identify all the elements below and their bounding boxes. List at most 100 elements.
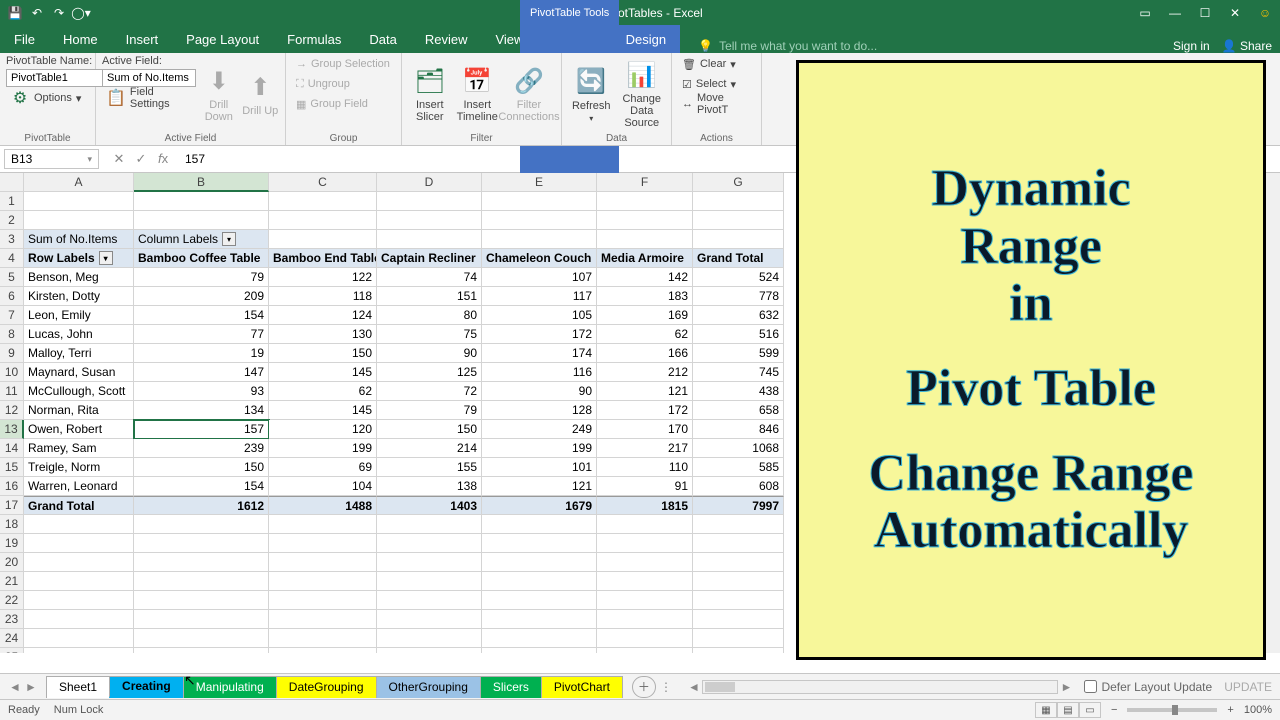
cell[interactable]: Chameleon Couch (482, 249, 597, 268)
row-header[interactable]: 7 (0, 306, 24, 325)
cell[interactable] (134, 629, 269, 648)
cell[interactable]: 166 (597, 344, 693, 363)
zoom-slider[interactable] (1127, 708, 1217, 712)
cell[interactable]: 145 (269, 363, 377, 382)
cell[interactable]: 209 (134, 287, 269, 306)
cell[interactable]: 608 (693, 477, 784, 496)
cell[interactable]: 107 (482, 268, 597, 287)
cell[interactable]: 72 (377, 382, 482, 401)
sign-in-link[interactable]: Sign in (1173, 39, 1210, 53)
hscroll-thumb[interactable] (705, 682, 735, 692)
cell[interactable]: Warren, Leonard (24, 477, 134, 496)
sheet-tab[interactable]: Slicers (480, 676, 542, 698)
ungroup-button[interactable]: ⛶ Ungroup (292, 75, 394, 93)
cell[interactable]: 7997 (693, 496, 784, 515)
cancel-formula-icon[interactable]: ✕ (111, 151, 127, 167)
cell[interactable]: 80 (377, 306, 482, 325)
cell[interactable] (597, 648, 693, 653)
sheet-tab[interactable]: Manipulating (183, 676, 277, 698)
tab-formulas[interactable]: Formulas (273, 25, 355, 53)
cell[interactable]: 91 (597, 477, 693, 496)
row-header[interactable]: 17 (0, 496, 24, 515)
cell[interactable]: 172 (482, 325, 597, 344)
cell[interactable] (597, 629, 693, 648)
cell[interactable] (377, 591, 482, 610)
row-header[interactable]: 5 (0, 268, 24, 287)
cell[interactable]: 74 (377, 268, 482, 287)
row-header[interactable]: 6 (0, 287, 24, 306)
cell[interactable]: 150 (269, 344, 377, 363)
zoom-out-icon[interactable]: − (1111, 704, 1117, 716)
cell[interactable]: 120 (269, 420, 377, 439)
cell[interactable]: 212 (597, 363, 693, 382)
sheet-tab[interactable]: OtherGrouping (376, 676, 481, 698)
cell[interactable] (377, 192, 482, 211)
cell[interactable]: 745 (693, 363, 784, 382)
cell[interactable] (269, 629, 377, 648)
row-header[interactable]: 21 (0, 572, 24, 591)
cell[interactable] (269, 515, 377, 534)
cell[interactable]: 438 (693, 382, 784, 401)
cell[interactable]: Treigle, Norm (24, 458, 134, 477)
hscroll-track[interactable] (702, 680, 1059, 694)
cell[interactable]: 172 (597, 401, 693, 420)
cell[interactable] (482, 572, 597, 591)
cell[interactable]: 145 (269, 401, 377, 420)
cell[interactable] (24, 591, 134, 610)
row-header[interactable]: 3 (0, 230, 24, 249)
cell[interactable]: 128 (482, 401, 597, 420)
cell[interactable] (482, 230, 597, 249)
cell[interactable]: 214 (377, 439, 482, 458)
cell[interactable]: 121 (597, 382, 693, 401)
defer-layout-checkbox[interactable] (1084, 680, 1097, 693)
row-header[interactable]: 25 (0, 648, 24, 653)
move-pivot-button[interactable]: ↔ Move PivotT (678, 95, 755, 113)
cell[interactable] (24, 515, 134, 534)
insert-timeline-button[interactable]: 📅Insert Timeline (456, 55, 500, 133)
group-field-button[interactable]: ▦ Group Field (292, 95, 394, 113)
cell[interactable]: 217 (597, 439, 693, 458)
cell[interactable] (134, 591, 269, 610)
cell[interactable]: 147 (134, 363, 269, 382)
cell[interactable] (597, 230, 693, 249)
cell[interactable]: Column Labels▾ (134, 230, 269, 249)
cell[interactable]: 249 (482, 420, 597, 439)
row-labels-dropdown[interactable]: ▾ (99, 251, 113, 265)
tab-home[interactable]: Home (49, 25, 112, 53)
cell[interactable] (597, 591, 693, 610)
cell[interactable]: 62 (269, 382, 377, 401)
cell[interactable]: 157 (134, 420, 269, 439)
cell[interactable]: 151 (377, 287, 482, 306)
cell[interactable]: 105 (482, 306, 597, 325)
cell[interactable] (269, 572, 377, 591)
cell[interactable]: Norman, Rita (24, 401, 134, 420)
col-header[interactable]: D (377, 173, 482, 192)
field-settings-button[interactable]: 📋Field Settings (102, 89, 196, 107)
sheet-tab[interactable]: Sheet1 (46, 676, 110, 698)
row-header[interactable]: 14 (0, 439, 24, 458)
name-box[interactable]: B13▾ (4, 149, 99, 169)
cell[interactable] (482, 192, 597, 211)
cell[interactable] (24, 629, 134, 648)
cell[interactable]: 19 (134, 344, 269, 363)
cell[interactable]: Grand Total (24, 496, 134, 515)
select-button[interactable]: ☑ Select ▾ (678, 75, 755, 93)
cell[interactable] (269, 648, 377, 653)
tab-page-layout[interactable]: Page Layout (172, 25, 273, 53)
cell[interactable] (482, 515, 597, 534)
col-header[interactable]: B (134, 173, 269, 192)
row-header[interactable]: 24 (0, 629, 24, 648)
touch-mode-icon[interactable]: ◯▾ (72, 4, 90, 22)
row-header[interactable]: 16 (0, 477, 24, 496)
cell[interactable] (24, 192, 134, 211)
cell[interactable] (693, 591, 784, 610)
cell[interactable] (134, 553, 269, 572)
tab-file[interactable]: File (0, 25, 49, 53)
drill-up-button[interactable]: ⬆Drill Up (242, 55, 280, 133)
cell[interactable]: 1068 (693, 439, 784, 458)
drill-down-button[interactable]: ⬇Drill Down (200, 55, 238, 133)
cell[interactable] (693, 192, 784, 211)
cell[interactable]: 69 (269, 458, 377, 477)
cell[interactable]: 138 (377, 477, 482, 496)
cell[interactable] (377, 610, 482, 629)
